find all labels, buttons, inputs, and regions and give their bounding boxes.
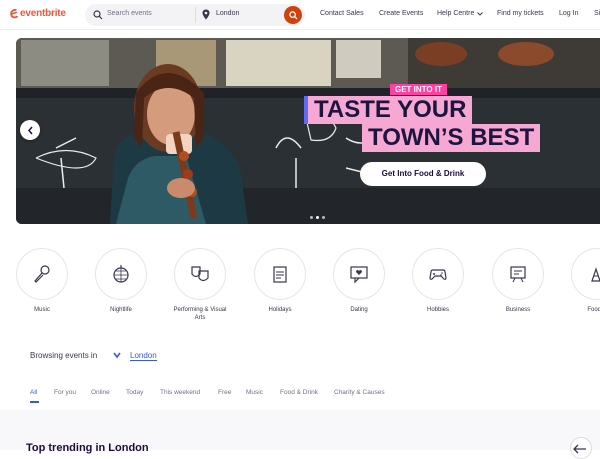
chat-heart-icon: [350, 266, 368, 284]
search-icon: [288, 10, 298, 20]
category-label: Nightlife: [110, 307, 132, 313]
category-music[interactable]: Music: [12, 248, 72, 314]
search-bar: Search events London: [85, 4, 305, 26]
arrow-left-icon: [573, 444, 586, 454]
eventbrite-logo[interactable]: eventbrite: [10, 8, 66, 19]
search-icon: [93, 10, 103, 20]
tab-online[interactable]: Online: [91, 389, 110, 396]
hero-headline-line-1: TASTE YOUR: [308, 96, 473, 124]
chevron-left-icon: [27, 126, 33, 134]
search-submit-button[interactable]: [284, 6, 302, 24]
nav-find-my-tickets[interactable]: Find my tickets: [497, 10, 544, 17]
category-circle: [492, 248, 544, 300]
category-holidays[interactable]: Holidays: [250, 248, 310, 314]
carousel-prev-button[interactable]: [20, 120, 40, 140]
browsing-location-selector: Browsing events in London: [30, 351, 157, 361]
hero-headline-line-2: TOWN’S BEST: [362, 124, 541, 152]
chevron-down-icon: [477, 12, 483, 16]
category-circle: [16, 248, 68, 300]
category-dating[interactable]: Dating: [329, 248, 389, 314]
tab-charity-causes[interactable]: Charity & Causes: [334, 389, 385, 396]
eventbrite-logo-icon: [10, 8, 18, 19]
category-business[interactable]: Business: [488, 248, 548, 314]
gamepad-icon: [429, 269, 447, 280]
browsing-city-link[interactable]: London: [130, 351, 157, 361]
carousel-dots: [310, 216, 325, 219]
category-label: Dating: [350, 307, 368, 313]
category-nightlife[interactable]: Nightlife: [91, 248, 151, 314]
category-label: Performing & Visual Arts: [173, 307, 227, 321]
category-strip: Music Nightlife Performing & Visual Arts…: [0, 248, 600, 338]
nav-log-in[interactable]: Log In: [559, 10, 578, 17]
tab-food-drink[interactable]: Food & Drink: [280, 389, 318, 396]
logo-text: eventbrite: [20, 8, 66, 19]
category-circle: [412, 248, 464, 300]
carousel-dot[interactable]: [322, 216, 325, 219]
section-title: Top trending in London: [26, 442, 149, 454]
tab-all[interactable]: All: [30, 389, 37, 396]
category-circle: [174, 248, 226, 300]
category-label: Food &: [587, 307, 600, 313]
microphone-icon: [34, 265, 50, 283]
tab-for-you[interactable]: For you: [54, 389, 76, 396]
tab-today[interactable]: Today: [126, 389, 143, 396]
carousel-dot-active[interactable]: [316, 216, 319, 219]
nav-sign-up[interactable]: Si: [594, 10, 600, 17]
food-icon: [591, 267, 600, 282]
search-input[interactable]: Search events: [107, 10, 187, 17]
category-label: Music: [34, 307, 50, 313]
tab-music[interactable]: Music: [246, 389, 263, 396]
category-label: Hobbies: [426, 307, 449, 313]
location-input[interactable]: London: [216, 10, 239, 17]
category-circle: [571, 248, 600, 300]
hero-cta-button[interactable]: Get Into Food & Drink: [360, 162, 486, 186]
search-divider: [195, 7, 196, 23]
active-tab-indicator: [30, 401, 39, 403]
disco-ball-icon: [113, 265, 129, 283]
chevron-down-icon[interactable]: [112, 350, 122, 360]
browsing-label: Browsing events in: [30, 351, 98, 360]
location-pin-icon: [202, 9, 210, 20]
category-hobbies[interactable]: Hobbies: [408, 248, 468, 314]
category-circle: [95, 248, 147, 300]
tab-this-weekend[interactable]: This weekend: [160, 389, 200, 396]
top-navigation-bar: eventbrite Search events London Contact …: [0, 0, 600, 30]
calendar-icon: [273, 266, 287, 283]
presentation-icon: [510, 266, 526, 283]
category-circle: [254, 248, 306, 300]
hero-kicker: GET INTO IT: [390, 84, 447, 95]
nav-create-events[interactable]: Create Events: [379, 10, 423, 17]
category-label: Business: [505, 307, 531, 313]
theater-masks-icon: [191, 266, 209, 282]
tab-free[interactable]: Free: [218, 389, 231, 396]
hero-carousel[interactable]: GET INTO IT TASTE YOUR TOWN’S BEST Get I…: [16, 38, 600, 224]
nav-help-centre[interactable]: Help Centre: [437, 10, 474, 17]
trending-prev-button[interactable]: [570, 437, 592, 459]
nav-contact-sales[interactable]: Contact Sales: [320, 10, 364, 17]
category-circle: [333, 248, 385, 300]
carousel-dot[interactable]: [310, 216, 313, 219]
category-performing-visual-arts[interactable]: Performing & Visual Arts: [170, 248, 230, 322]
category-food[interactable]: Food &: [567, 248, 600, 314]
category-label: Holidays: [268, 307, 292, 313]
